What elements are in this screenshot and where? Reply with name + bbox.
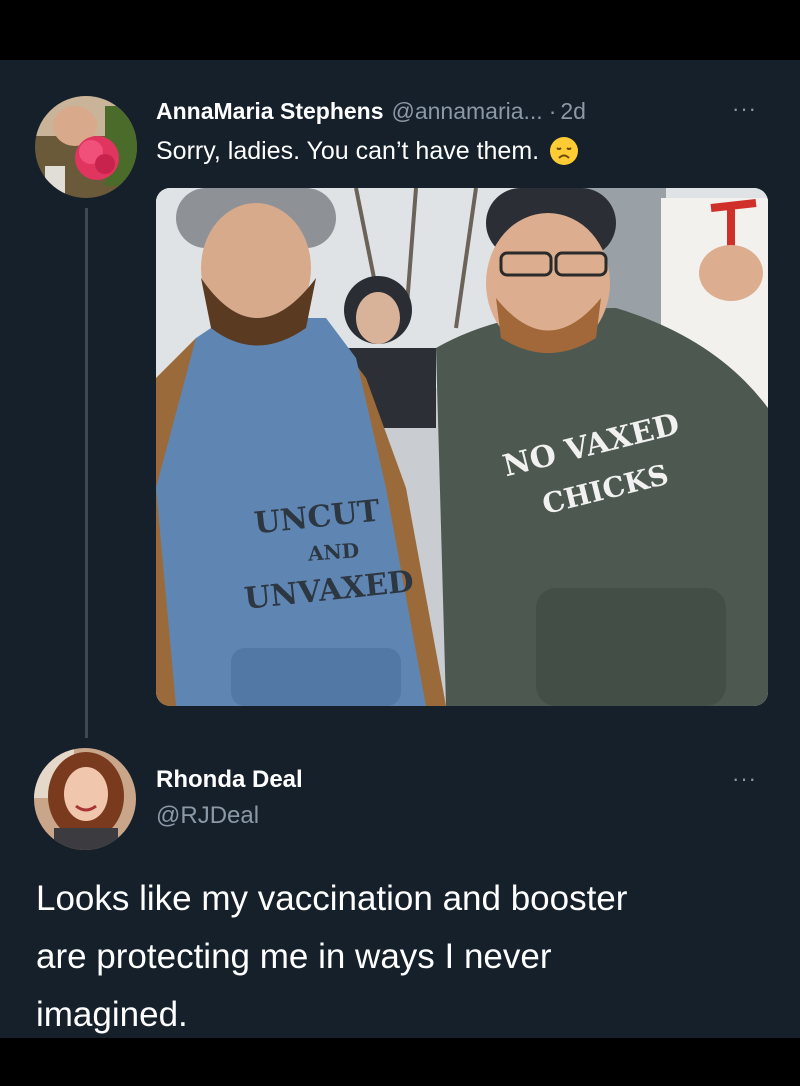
- annamaria-avatar[interactable]: [35, 96, 137, 198]
- rose-avatar-image: [35, 96, 137, 198]
- reply-text-line-2: are protecting me in ways I never: [36, 937, 552, 976]
- rhonda-avatar-image: [34, 748, 136, 850]
- protest-photo: [156, 188, 768, 706]
- tweet-text-row: Sorry, ladies. You can’t have them.: [156, 134, 579, 168]
- disappointed-face-emoji-icon: [549, 136, 579, 166]
- reply-text-line-1: Looks like my vaccination and booster: [36, 879, 628, 918]
- rhonda-avatar[interactable]: [34, 748, 136, 850]
- left-shirt-line-2: AND: [307, 538, 360, 566]
- tweet-author-name[interactable]: AnnaMaria Stephens: [156, 98, 384, 125]
- thread-connector: [85, 208, 88, 738]
- tweet-header: AnnaMaria Stephens @annamaria... · 2d: [156, 96, 586, 126]
- reply-text: Looks like my vaccination and booster ar…: [36, 870, 627, 1044]
- tweet-text: Sorry, ladies. You can’t have them.: [156, 136, 540, 165]
- reply-author-handle[interactable]: @RJDeal: [156, 802, 259, 830]
- tweet-photo[interactable]: UNCUT AND UNVAXED NO VAXED CHICKS: [156, 188, 768, 706]
- reply-more-icon[interactable]: ···: [732, 768, 757, 790]
- tweet-separator: ·: [548, 97, 557, 124]
- reply-text-line-3: imagined.: [36, 995, 188, 1034]
- tweet-more-icon[interactable]: ···: [732, 98, 757, 120]
- tweet-author-handle[interactable]: @annamaria...: [392, 98, 543, 125]
- tweet-age[interactable]: 2d: [560, 98, 586, 125]
- reply-author-name[interactable]: Rhonda Deal: [156, 766, 303, 794]
